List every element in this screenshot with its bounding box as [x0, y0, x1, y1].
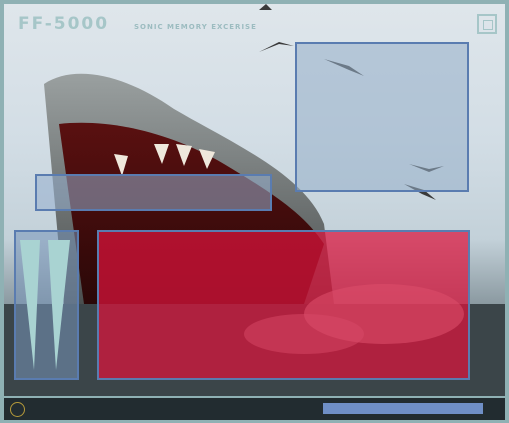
level-meter	[14, 230, 79, 380]
app-subtitle: SONIC MEMORY EXCERISE	[134, 23, 257, 31]
progress-fill	[323, 403, 483, 414]
memory-bar-middle[interactable]	[35, 174, 272, 211]
footer-bar	[4, 398, 505, 420]
memory-panel-top-right[interactable]	[295, 42, 469, 192]
level-meter-spikes-icon	[20, 240, 70, 370]
stage: FF-5000 SONIC MEMORY EXCERISE	[4, 4, 505, 396]
app-title: FF-5000	[18, 14, 110, 34]
ring-icon[interactable]	[10, 402, 25, 417]
progress-bar	[323, 403, 483, 414]
app-frame: FF-5000 SONIC MEMORY EXCERISE	[0, 0, 509, 423]
memory-panel-red[interactable]	[97, 230, 470, 380]
square-target-icon[interactable]	[477, 14, 497, 34]
